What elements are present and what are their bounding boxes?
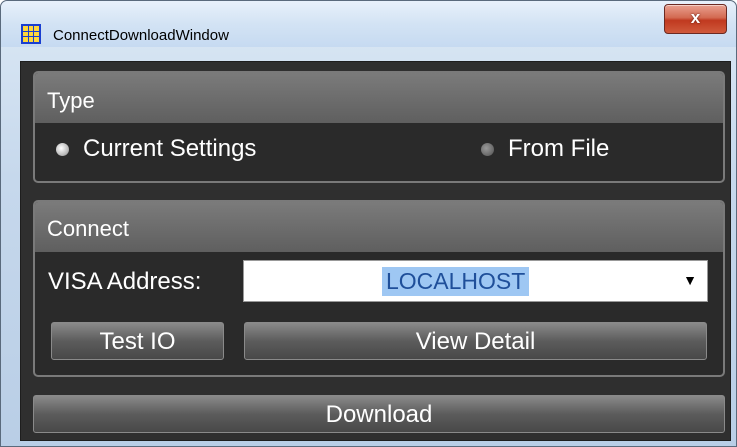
radio-unchecked-icon: [481, 142, 494, 156]
grid-icon: [21, 24, 41, 44]
visa-address-value: LOCALHOST: [382, 267, 530, 296]
radio-checked-icon: [56, 142, 69, 156]
download-button[interactable]: Download: [33, 395, 725, 433]
radio-current-settings[interactable]: Current Settings: [56, 135, 256, 163]
view-detail-button[interactable]: View Detail: [244, 322, 707, 360]
radio-from-file-label: From File: [508, 135, 610, 162]
type-group-title: Type: [47, 88, 95, 113]
chevron-down-icon: ▼: [683, 272, 697, 288]
close-icon: x: [690, 8, 701, 27]
close-button[interactable]: x: [664, 4, 727, 34]
title-bar[interactable]: ConnectDownloadWindow x: [1, 1, 736, 47]
test-io-button[interactable]: Test IO: [51, 322, 224, 360]
download-label: Download: [325, 401, 433, 428]
radio-from-file[interactable]: From File: [481, 135, 609, 163]
connect-group-header: Connect: [35, 202, 723, 252]
type-group-header: Type: [35, 73, 723, 123]
window-title: ConnectDownloadWindow: [53, 27, 229, 44]
visa-address-label: VISA Address:: [48, 268, 202, 295]
visa-address-dropdown[interactable]: LOCALHOST ▼: [243, 260, 708, 302]
connect-group-title: Connect: [47, 216, 129, 241]
test-io-label: Test IO: [99, 328, 176, 355]
connect-download-window: ConnectDownloadWindow x Type Current Set…: [0, 0, 737, 447]
radio-current-settings-label: Current Settings: [83, 135, 257, 162]
view-detail-label: View Detail: [415, 328, 536, 355]
type-group: Type: [33, 71, 725, 183]
